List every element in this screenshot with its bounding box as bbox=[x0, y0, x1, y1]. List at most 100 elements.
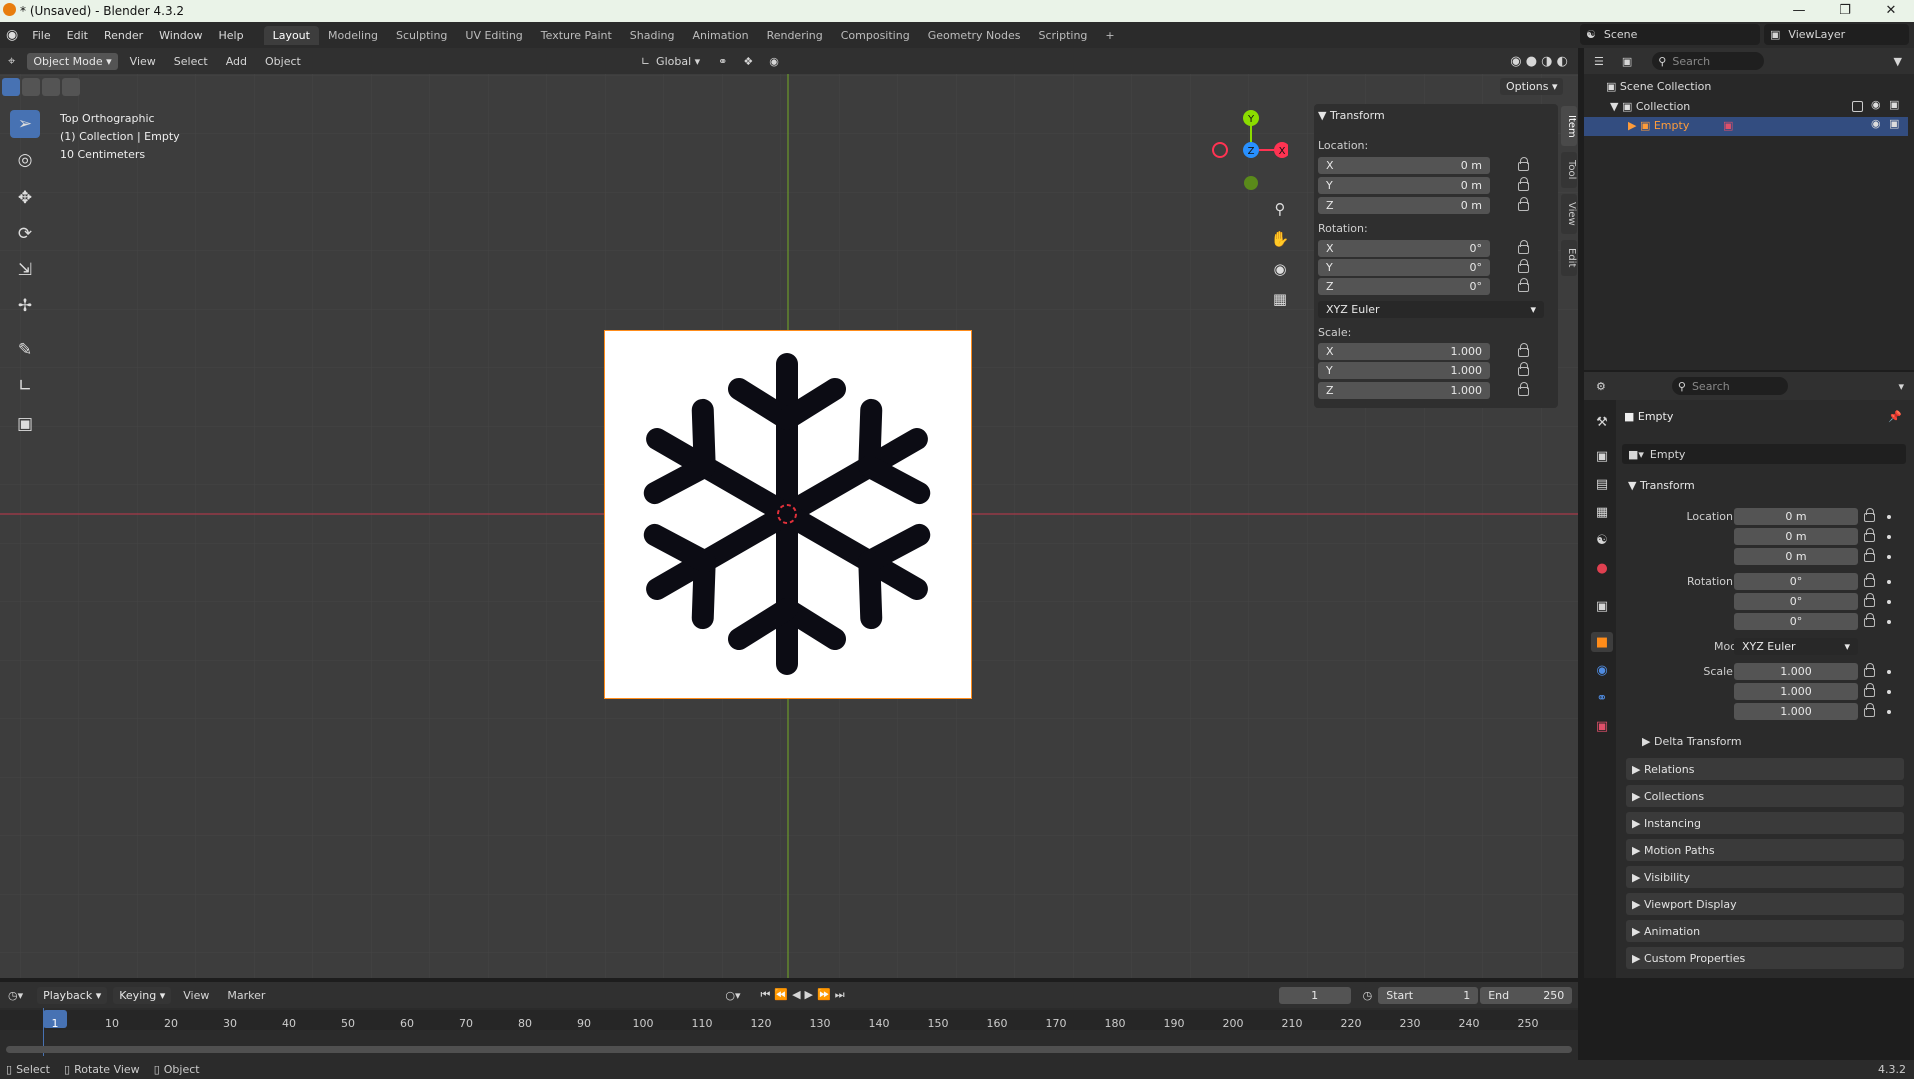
keyframe-dot-icon[interactable] bbox=[1887, 690, 1891, 694]
output-tab-icon[interactable]: ▤ bbox=[1591, 474, 1613, 494]
select-invert-icon[interactable] bbox=[62, 78, 80, 96]
section-motion-paths[interactable]: ▶ Motion Paths bbox=[1626, 839, 1904, 861]
start-frame-field[interactable]: Start 1 bbox=[1378, 986, 1479, 1004]
section-custom-properties[interactable]: ▶ Custom Properties bbox=[1626, 947, 1904, 969]
prop-location-z-field[interactable]: 0 m bbox=[1734, 548, 1858, 565]
tab-scripting[interactable]: Scripting bbox=[1029, 26, 1096, 45]
object-tab-icon[interactable]: ■ bbox=[1591, 632, 1613, 652]
tab-item[interactable]: Item bbox=[1561, 106, 1577, 146]
tab-texture-paint[interactable]: Texture Paint bbox=[532, 26, 621, 45]
menu-select[interactable]: Select bbox=[174, 55, 208, 68]
keyframe-dot-icon[interactable] bbox=[1887, 620, 1891, 624]
marker-menu[interactable]: Marker bbox=[227, 989, 265, 1002]
lock-icon[interactable] bbox=[1518, 278, 1529, 292]
prop-location-x-field[interactable]: 0 m bbox=[1734, 508, 1858, 525]
tab-uv-editing[interactable]: UV Editing bbox=[456, 26, 531, 45]
empty-camera-icon[interactable]: ▣ bbox=[1889, 117, 1899, 130]
menu-edit[interactable]: Edit bbox=[59, 29, 96, 42]
menu-object[interactable]: Object bbox=[265, 55, 301, 68]
lock-icon[interactable] bbox=[1518, 197, 1529, 211]
prop-location-y-field[interactable]: 0 m bbox=[1734, 528, 1858, 545]
viewlayer-selector[interactable]: ▣ ViewLayer bbox=[1764, 24, 1909, 45]
section-relations[interactable]: ▶ Relations bbox=[1626, 758, 1904, 780]
prop-scale-z-field[interactable]: 1.000 bbox=[1734, 703, 1858, 720]
current-frame-field[interactable]: 1 bbox=[1278, 986, 1351, 1004]
location-z-field[interactable]: Z 0 m bbox=[1318, 197, 1490, 214]
timeline-scrollbar[interactable] bbox=[6, 1046, 1572, 1053]
tab-edit[interactable]: Edit bbox=[1561, 240, 1577, 276]
annotate-tool-icon[interactable]: ✎ bbox=[10, 336, 40, 364]
move-tool-icon[interactable]: ✥ bbox=[10, 184, 40, 212]
item-panel-title[interactable]: ▼ Transform bbox=[1318, 109, 1385, 122]
delta-transform-header[interactable]: ▶ Delta Transform bbox=[1642, 735, 1742, 748]
timeline-editor-icon[interactable]: ◷▾ bbox=[8, 989, 23, 1002]
scale-y-field[interactable]: Y 1.000 bbox=[1318, 362, 1490, 379]
lock-icon[interactable] bbox=[1518, 157, 1529, 171]
select-subtract-icon[interactable] bbox=[42, 78, 60, 96]
section-collections[interactable]: ▶ Collections bbox=[1626, 785, 1904, 807]
transform-tool-icon[interactable]: ✢ bbox=[10, 292, 40, 320]
location-x-field[interactable]: X 0 m bbox=[1318, 157, 1490, 174]
scene-collection-row[interactable]: ▣ Scene Collection bbox=[1606, 80, 1711, 93]
object-data-tab-icon[interactable]: ▣ bbox=[1591, 716, 1613, 736]
add-workspace-button[interactable]: + bbox=[1096, 26, 1123, 45]
empty-eye-icon[interactable]: ◉ bbox=[1871, 117, 1881, 130]
pin-icon[interactable]: 📌 bbox=[1888, 410, 1902, 423]
pivot-icon[interactable]: ⚭ bbox=[718, 55, 727, 68]
lock-icon[interactable] bbox=[1518, 382, 1529, 396]
cursor-tool-icon[interactable]: ◎ bbox=[10, 146, 40, 174]
timeline-view-menu[interactable]: View bbox=[183, 989, 209, 1002]
tab-sculpting[interactable]: Sculpting bbox=[387, 26, 456, 45]
keyframe-dot-icon[interactable] bbox=[1887, 515, 1891, 519]
scale-tool-icon[interactable]: ⇲ bbox=[10, 256, 40, 284]
tab-geometry-nodes[interactable]: Geometry Nodes bbox=[919, 26, 1030, 45]
keyframe-dot-icon[interactable] bbox=[1887, 535, 1891, 539]
prop-rotation-y-field[interactable]: 0° bbox=[1734, 593, 1858, 610]
tab-animation[interactable]: Animation bbox=[683, 26, 757, 45]
grid-toggle-icon[interactable]: ▦ bbox=[1268, 284, 1292, 314]
end-frame-field[interactable]: End 250 bbox=[1480, 986, 1573, 1004]
lock-icon[interactable] bbox=[1864, 663, 1875, 677]
lock-icon[interactable] bbox=[1864, 613, 1875, 627]
tab-rendering[interactable]: Rendering bbox=[758, 26, 832, 45]
editor-type-icon[interactable]: ⌖ bbox=[8, 54, 15, 69]
orientation-dropdown[interactable]: Global ▾ bbox=[656, 55, 700, 68]
view-layer-tab-icon[interactable]: ▦ bbox=[1591, 502, 1613, 522]
tool-tab-icon[interactable]: ⚒ bbox=[1591, 412, 1613, 432]
options-dropdown[interactable]: Options ▾ bbox=[1500, 78, 1564, 95]
lock-icon[interactable] bbox=[1518, 240, 1529, 254]
keyframe-dot-icon[interactable] bbox=[1887, 710, 1891, 714]
menu-view[interactable]: View bbox=[130, 55, 156, 68]
scene-selector[interactable]: ☯ Scene bbox=[1580, 24, 1760, 45]
collection-eye-icon[interactable]: ◉ bbox=[1871, 98, 1881, 111]
scale-z-field[interactable]: Z 1.000 bbox=[1318, 382, 1490, 399]
prop-scale-y-field[interactable]: 1.000 bbox=[1734, 683, 1858, 700]
constraints-tab-icon[interactable]: ⚭ bbox=[1591, 688, 1613, 708]
outliner-editor-icon[interactable]: ☰ bbox=[1594, 55, 1604, 68]
section-viewport-display[interactable]: ▶ Viewport Display bbox=[1626, 893, 1904, 915]
lock-icon[interactable] bbox=[1518, 259, 1529, 273]
select-box-tool-icon[interactable]: ➢ bbox=[10, 110, 40, 138]
tab-view[interactable]: View bbox=[1561, 194, 1577, 234]
collection-camera-icon[interactable]: ▣ bbox=[1889, 98, 1899, 111]
tab-modeling[interactable]: Modeling bbox=[319, 26, 387, 45]
scale-x-field[interactable]: X 1.000 bbox=[1318, 343, 1490, 360]
lock-icon[interactable] bbox=[1518, 362, 1529, 376]
keyframe-dot-icon[interactable] bbox=[1887, 555, 1891, 559]
filter-icon[interactable]: ▼ bbox=[1894, 55, 1902, 68]
menu-add[interactable]: Add bbox=[226, 55, 247, 68]
tab-compositing[interactable]: Compositing bbox=[832, 26, 919, 45]
chevron-down-icon[interactable]: ▾ bbox=[1898, 380, 1904, 393]
prop-rotation-x-field[interactable]: 0° bbox=[1734, 573, 1858, 590]
measure-tool-icon[interactable]: ∟ bbox=[10, 372, 40, 400]
keyframe-dot-icon[interactable] bbox=[1887, 580, 1891, 584]
preview-range-icon[interactable]: ◷ bbox=[1363, 989, 1373, 1002]
render-tab-icon[interactable]: ▣ bbox=[1591, 446, 1613, 466]
image-empty[interactable] bbox=[604, 330, 972, 699]
tab-shading[interactable]: Shading bbox=[621, 26, 684, 45]
lock-icon[interactable] bbox=[1864, 548, 1875, 562]
rotation-mode-dropdown[interactable]: XYZ Euler ▾ bbox=[1318, 301, 1544, 318]
menu-window[interactable]: Window bbox=[151, 29, 210, 42]
close-button[interactable]: ✕ bbox=[1868, 0, 1914, 22]
tab-layout[interactable]: Layout bbox=[263, 25, 319, 45]
